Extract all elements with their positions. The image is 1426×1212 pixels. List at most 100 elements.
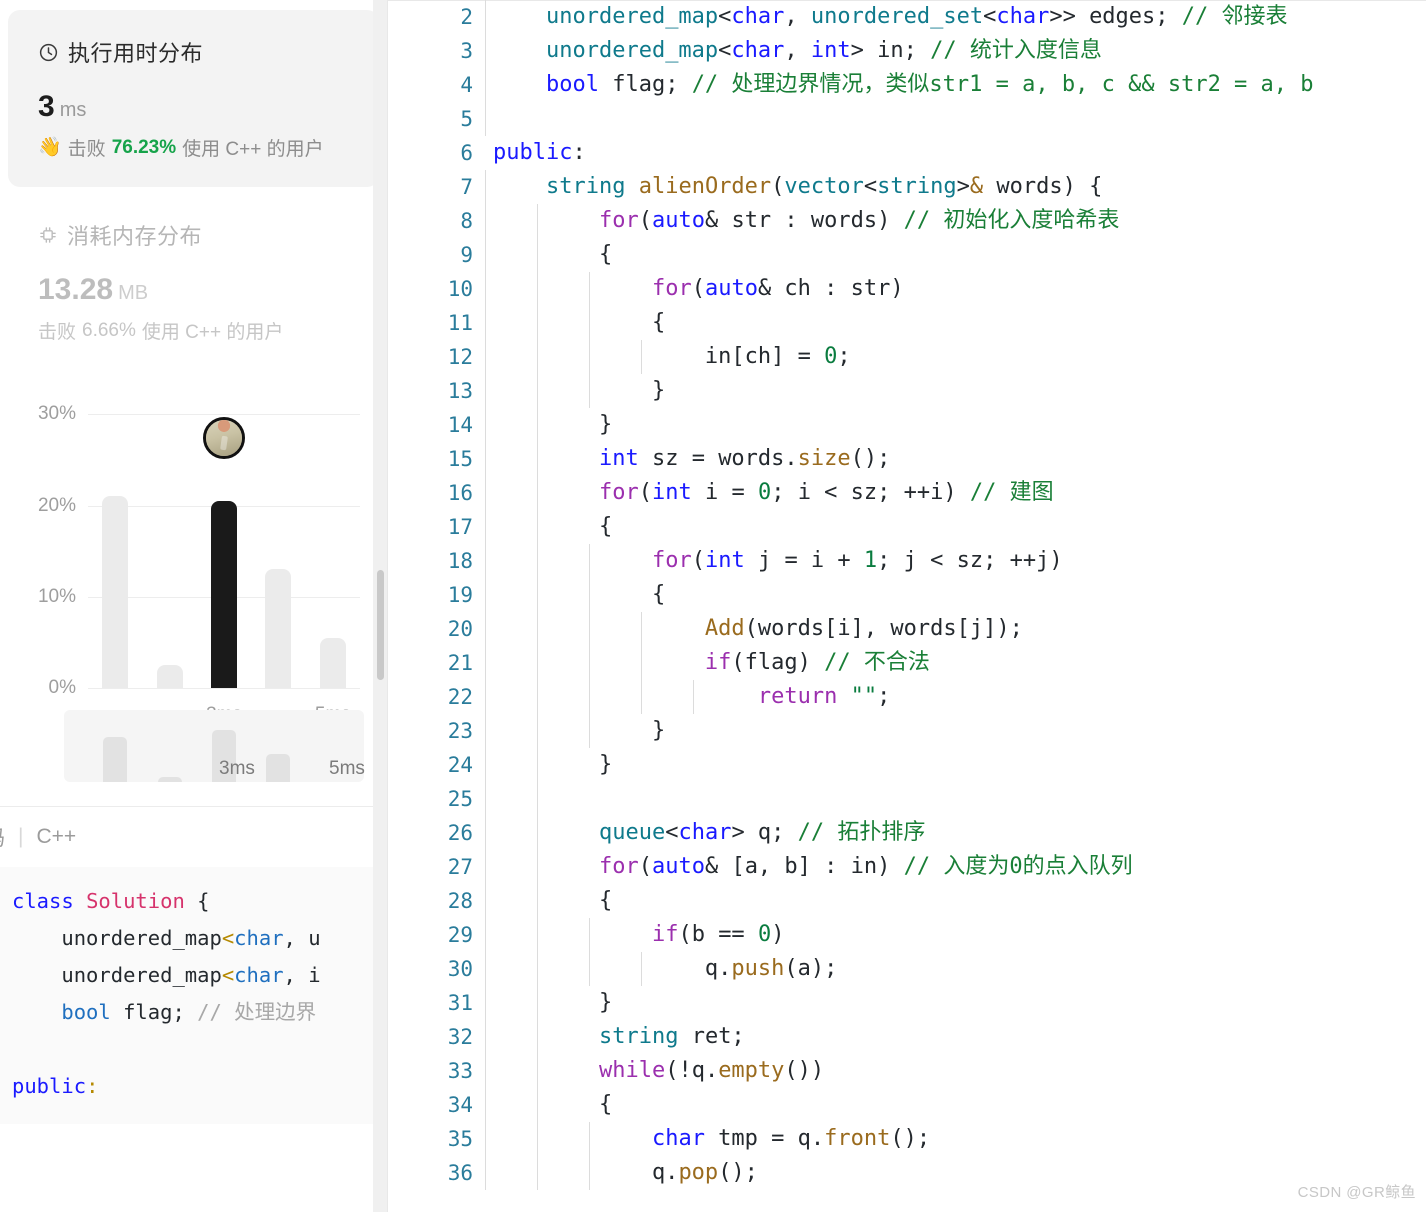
code-editor[interactable]: 2 unordered_map<char, unordered_set<char… — [388, 0, 1426, 1212]
indent-guide — [485, 238, 486, 272]
chart-bar-cell[interactable] — [251, 396, 305, 688]
chart-bar-cell[interactable] — [88, 396, 142, 688]
line-number: 29 — [447, 923, 473, 947]
code-line-text: unordered_map<char, int> in; // 统计入度信息 — [493, 34, 1102, 68]
code-token: & str : words) — [704, 208, 904, 233]
indent-guide — [485, 884, 486, 918]
code-token: < — [718, 38, 732, 63]
code-token: ret; — [678, 1024, 745, 1049]
code-token: , u — [283, 926, 321, 950]
code-line-text: for(auto& [a, b] : in) // 入度为0的点入队列 — [493, 850, 1133, 884]
code-line-text: } — [493, 408, 612, 442]
brush-bar-cell[interactable] — [251, 718, 305, 782]
chart-bars: 3ms 5ms — [88, 396, 360, 725]
indent-guide — [485, 816, 486, 850]
code-section-header: 码 | C++ — [0, 807, 387, 867]
code-token: words) { — [983, 174, 1103, 199]
leetcode-submission-result-page: 执行用时分布 3 ms 👋 击败 76.23% 使用 C++ 的用户 消耗内存分… — [0, 0, 1426, 1212]
chart-brush-selector[interactable]: 3ms 5ms — [64, 710, 365, 782]
code-token: unordered_map — [12, 926, 222, 950]
indent-guide — [485, 782, 486, 816]
code-token: for — [598, 480, 639, 505]
code-line-text: } — [493, 748, 612, 782]
code-token: { — [493, 888, 613, 913]
code-preview-line: unordered_map<char, u — [12, 920, 387, 957]
code-token: ( — [638, 208, 652, 233]
code-token: "" — [850, 684, 878, 709]
code-line-text: string alienOrder(vector<string>& words)… — [493, 170, 1102, 204]
code-token: for — [651, 548, 692, 573]
code-line-text: } — [493, 374, 665, 408]
line-number: 26 — [447, 821, 473, 845]
memory-distribution-card[interactable]: 消耗内存分布 13.28 MB 击败 6.66% 使用 C++ 的用户 — [8, 205, 379, 348]
code-line-text: string ret; — [493, 1020, 745, 1054]
chart-bar[interactable] — [319, 637, 346, 688]
runtime-distribution-chart[interactable]: 0% 10% 20% 30% 3ms 5ms — [0, 374, 387, 725]
code-token: string — [545, 174, 626, 199]
code-token: // 统计入度信息 — [930, 38, 1102, 63]
code-token: public — [493, 140, 573, 165]
sidebar-scrollbar-thumb[interactable] — [377, 570, 384, 680]
code-line-text: { — [493, 238, 612, 272]
code-token: { — [184, 889, 210, 913]
indent-guide — [485, 272, 486, 306]
line-number: 11 — [447, 311, 473, 335]
chart-gridline — [88, 688, 360, 689]
code-token: unordered_map — [12, 963, 222, 987]
code-token: ( — [638, 854, 652, 879]
indent-guide — [485, 68, 486, 102]
code-token: alienOrder — [638, 174, 772, 199]
code-token: i = — [691, 480, 758, 505]
chart-bar[interactable] — [156, 665, 183, 688]
code-token: < — [221, 926, 235, 950]
line-number: 14 — [447, 413, 473, 437]
brush-bar-cell[interactable] — [88, 718, 142, 782]
avatar[interactable] — [203, 416, 246, 459]
code-line-text: { — [493, 1088, 612, 1122]
line-number: 27 — [447, 855, 473, 879]
line-number: 3 — [460, 39, 473, 63]
code-preview[interactable]: class Solution { unordered_map<char, u u… — [0, 867, 387, 1124]
chart-bar[interactable] — [102, 496, 129, 688]
code-language[interactable]: C++ — [36, 825, 76, 849]
chart-bar-cell[interactable] — [142, 396, 196, 688]
memory-unit: MB — [118, 282, 149, 304]
code-token: char — [731, 38, 785, 63]
code-token: } — [493, 752, 613, 777]
indent-guide — [485, 714, 486, 748]
code-token: ) — [771, 922, 785, 947]
code-token: , — [784, 38, 811, 63]
chart-bar-cell[interactable]: 5ms — [306, 396, 360, 725]
code-token: unordered_map — [545, 4, 719, 29]
indent-guide — [485, 918, 486, 952]
code-token: flag; — [598, 72, 692, 97]
chart-bar-cell[interactable]: 3ms — [197, 396, 251, 725]
code-token: < — [665, 820, 679, 845]
code-token: } — [493, 378, 666, 403]
code-token: ; j < sz; ++j) — [877, 548, 1063, 573]
code-token: tmp = q. — [704, 1126, 825, 1151]
code-token: Solution — [86, 889, 185, 913]
chart-bar[interactable] — [265, 569, 292, 688]
runtime-distribution-card[interactable]: 执行用时分布 3 ms 👋 击败 76.23% 使用 C++ 的用户 — [8, 10, 379, 187]
runtime-card-header: 执行用时分布 — [38, 36, 351, 68]
brush-bar — [157, 776, 182, 782]
code-token: < — [863, 174, 878, 199]
brush-bar-cell[interactable] — [142, 718, 196, 782]
brush-bar — [266, 754, 291, 782]
chart-bar-highlighted[interactable] — [211, 500, 238, 688]
indent-guide — [485, 646, 486, 680]
code-token: < — [983, 4, 997, 29]
code-token: & — [969, 174, 984, 199]
indent-guide — [485, 102, 486, 136]
code-token: 1 — [863, 548, 878, 573]
code-token: j = i + — [744, 548, 864, 573]
sidebar-scrollbar[interactable] — [373, 0, 387, 1212]
code-line-text: for(int j = i + 1; j < sz; ++j) — [493, 544, 1063, 578]
